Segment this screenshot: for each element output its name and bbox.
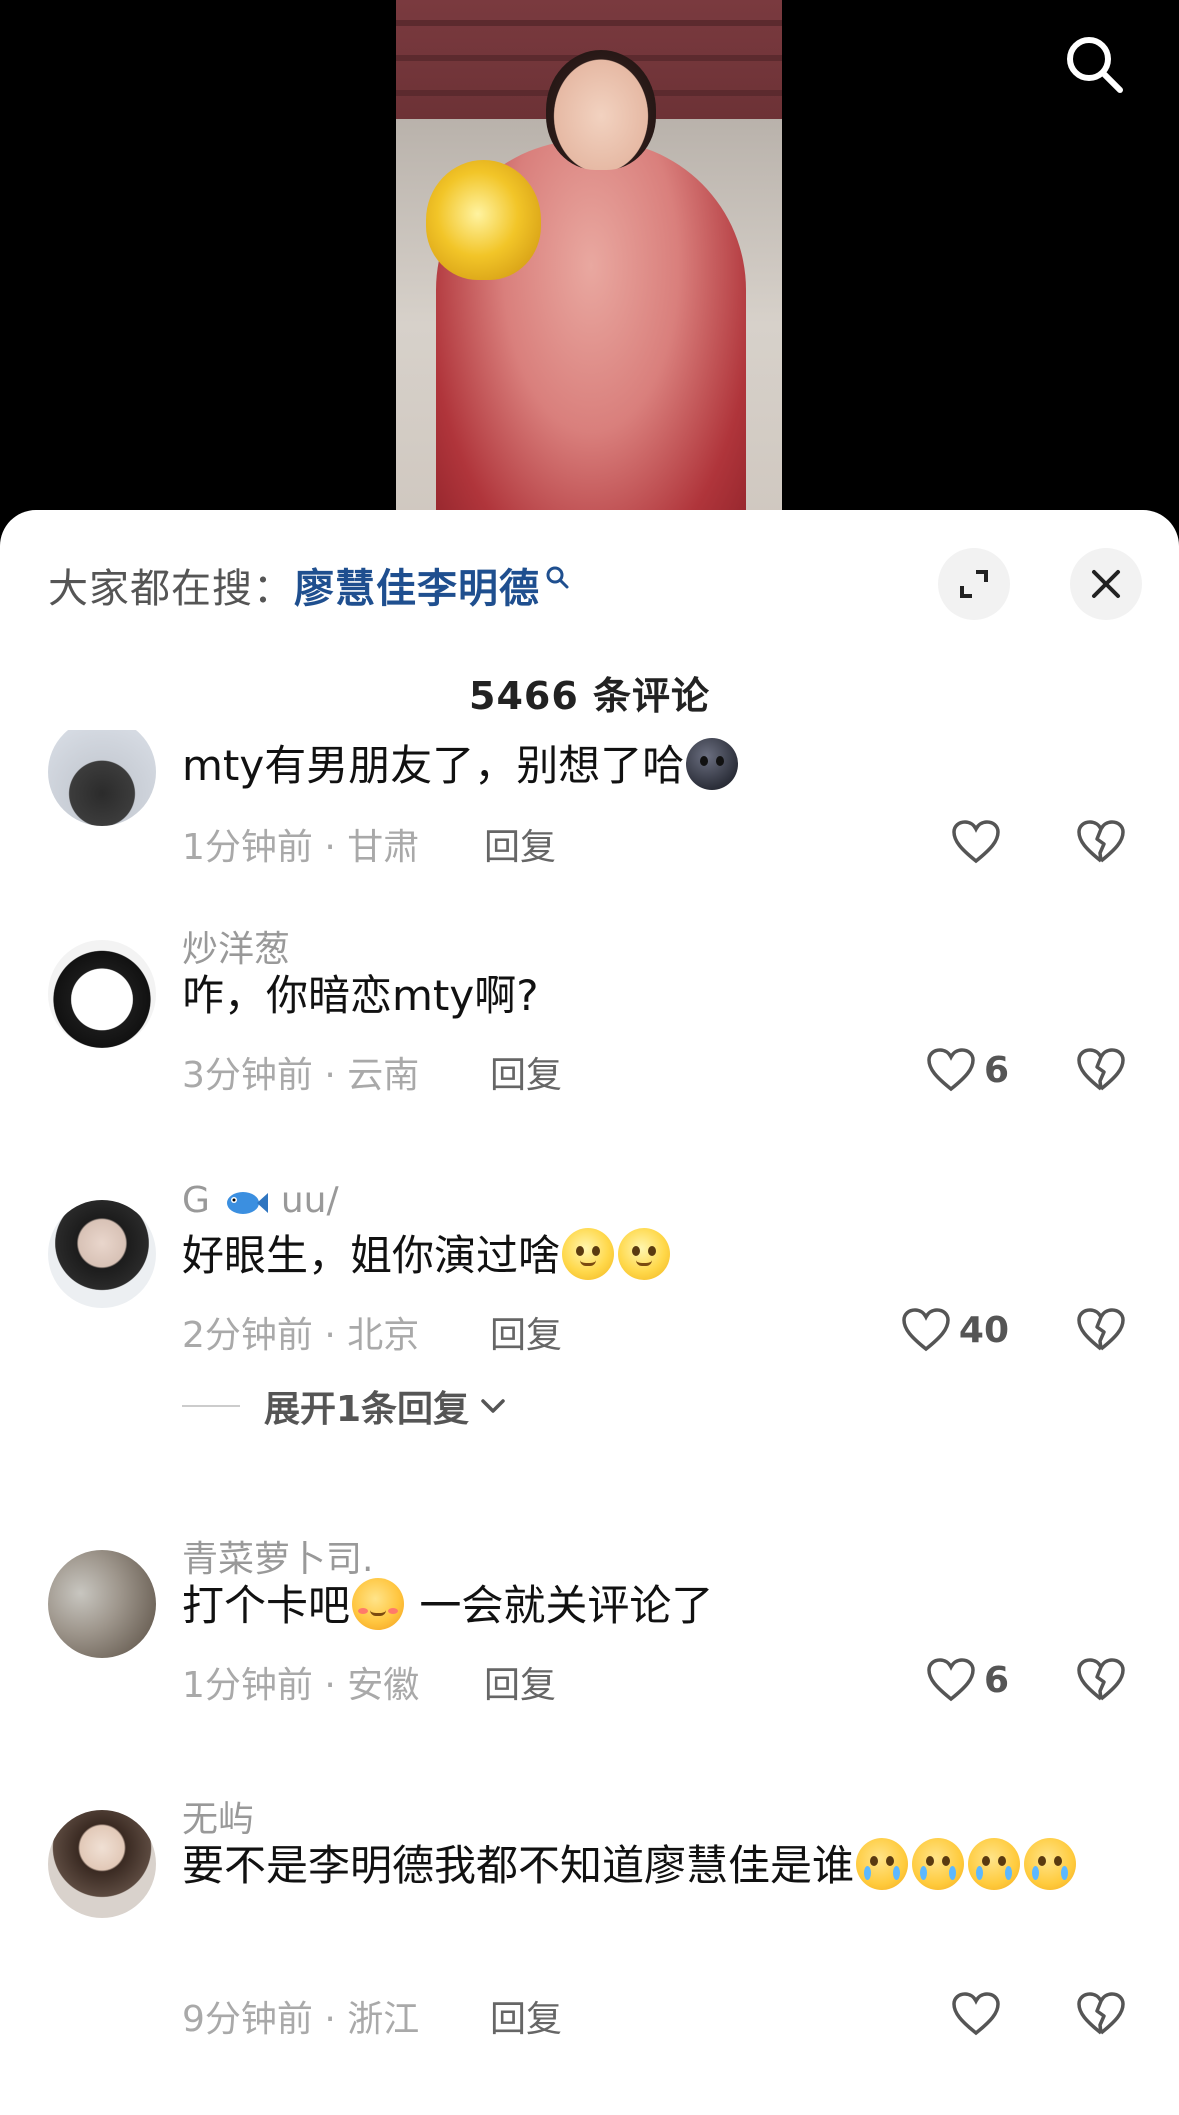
like-button[interactable]: 6 bbox=[926, 1650, 1009, 1710]
search-icon bbox=[1067, 37, 1123, 93]
reply-button[interactable]: 回复 bbox=[490, 1306, 562, 1358]
comment-username[interactable]: ram bbox=[182, 730, 254, 731]
broken-heart-icon bbox=[1077, 1308, 1125, 1351]
comment-username[interactable]: 青菜萝卜司. bbox=[182, 1530, 373, 1582]
reply-button[interactable]: 回复 bbox=[484, 1656, 556, 1708]
hot-search-keyword[interactable]: 廖慧佳李明德 bbox=[294, 556, 540, 614]
fish-icon bbox=[227, 1192, 269, 1214]
comment-time-location: 1分钟前 · 甘肃 bbox=[182, 827, 420, 868]
comment-item: 无屿 要不是李明德我都不知道廖慧佳是谁 9分钟前 · 浙江 回复 bbox=[0, 1790, 1179, 2115]
reply-button[interactable]: 回复 bbox=[484, 818, 556, 870]
comment-time-location: 9分钟前 · 浙江 bbox=[182, 1999, 420, 2040]
sweat-smile-emoji-icon bbox=[562, 1228, 615, 1280]
comment-item: ram mty有男朋友了，别想了哈 1分钟前 · 甘肃 回复 bbox=[0, 730, 1179, 910]
heart-icon bbox=[902, 1308, 950, 1352]
heart-icon bbox=[952, 820, 1000, 864]
broken-heart-icon bbox=[1077, 820, 1125, 863]
comment-item: 炒洋葱 咋，你暗恋mty啊? 3分钟前 · 云南 回复 6 bbox=[0, 920, 1179, 1160]
dislike-button[interactable] bbox=[1071, 1300, 1131, 1360]
username-prefix: G bbox=[182, 1180, 210, 1221]
avatar[interactable] bbox=[48, 940, 156, 1048]
comment-content: 打个卡吧 一会就关评论了 bbox=[182, 1576, 713, 1636]
dislike-button[interactable] bbox=[1071, 1984, 1131, 2044]
broken-heart-icon bbox=[1077, 1048, 1125, 1091]
heart-icon bbox=[952, 1992, 1000, 2036]
broken-heart-icon bbox=[1077, 1992, 1125, 2035]
dislike-button[interactable] bbox=[1071, 812, 1131, 872]
search-button[interactable] bbox=[1058, 28, 1130, 100]
dark-face-emoji-icon bbox=[686, 738, 739, 790]
mini-search-icon bbox=[546, 566, 569, 589]
crying-emoji-icon bbox=[968, 1838, 1021, 1890]
expand-icon bbox=[960, 570, 988, 598]
dislike-button[interactable] bbox=[1071, 1040, 1131, 1100]
comment-content: mty有男朋友了，别想了哈 bbox=[182, 736, 740, 796]
comment-time-location: 1分钟前 · 安徽 bbox=[182, 1665, 420, 1706]
hot-search-prefix: 大家都在搜： bbox=[48, 566, 294, 612]
wall-stripe bbox=[396, 20, 782, 26]
comment-list[interactable]: ram mty有男朋友了，别想了哈 1分钟前 · 甘肃 回复 炒洋葱 咋，你暗恋… bbox=[0, 730, 1179, 2115]
heart-icon bbox=[927, 1658, 975, 1702]
gold-ingot-prop bbox=[426, 160, 541, 280]
like-button[interactable]: 40 bbox=[901, 1300, 1009, 1360]
chevron-down-icon bbox=[481, 1399, 505, 1413]
comment-item: 青菜萝卜司. 打个卡吧 一会就关评论了 1分钟前 · 安徽 回复 6 bbox=[0, 1530, 1179, 1770]
comment-text: 打个卡吧 bbox=[182, 1581, 351, 1630]
avatar[interactable] bbox=[48, 1810, 156, 1918]
username-suffix: uu/ bbox=[280, 1180, 339, 1221]
avatar[interactable] bbox=[48, 1550, 156, 1658]
expand-replies-label: 展开1条回复 bbox=[264, 1389, 470, 1430]
sweat-smile-emoji-icon bbox=[618, 1228, 671, 1280]
blush-emoji-icon bbox=[352, 1578, 405, 1630]
like-button[interactable] bbox=[951, 1984, 1009, 2044]
comment-count: 5466 条评论 bbox=[469, 674, 710, 718]
comment-time-location: 3分钟前 · 云南 bbox=[182, 1055, 420, 1096]
expand-button[interactable] bbox=[938, 548, 1010, 620]
close-icon bbox=[1092, 570, 1120, 598]
avatar[interactable] bbox=[48, 730, 156, 826]
figure-head bbox=[546, 50, 656, 170]
crying-emoji-icon bbox=[912, 1838, 965, 1890]
reply-button[interactable]: 回复 bbox=[490, 1990, 562, 2042]
crying-emoji-icon bbox=[1024, 1838, 1077, 1890]
crying-emoji-icon bbox=[856, 1838, 909, 1890]
like-button[interactable] bbox=[951, 812, 1009, 872]
like-count: 6 bbox=[983, 1049, 1009, 1091]
dislike-button[interactable] bbox=[1071, 1650, 1131, 1710]
reply-button[interactable]: 回复 bbox=[490, 1046, 562, 1098]
heart-icon bbox=[927, 1048, 975, 1092]
hot-search-banner[interactable]: 大家都在搜： 廖慧佳李明德 bbox=[48, 556, 570, 614]
expand-replies-button[interactable]: 展开1条回复 bbox=[182, 1380, 509, 1432]
comment-content: 好眼生，姐你演过啥 bbox=[182, 1226, 672, 1286]
comment-item: G uu/ 好眼生，姐你演过啥 2分钟前 · 北京 回复 40 bbox=[0, 1180, 1179, 1520]
comment-text: 要不是李明德我都不知道廖慧佳是谁 bbox=[182, 1841, 855, 1890]
video-thumbnail[interactable] bbox=[396, 0, 782, 540]
comment-username[interactable]: 炒洋葱 bbox=[182, 920, 290, 972]
comment-text: 好眼生，姐你演过啥 bbox=[182, 1231, 561, 1280]
close-button[interactable] bbox=[1070, 548, 1142, 620]
comment-time-location: 2分钟前 · 北京 bbox=[182, 1315, 420, 1356]
expand-divider-line bbox=[182, 1405, 240, 1407]
comment-content: 咋，你暗恋mty啊? bbox=[182, 971, 539, 1020]
comment-username[interactable]: 无屿 bbox=[182, 1790, 254, 1842]
like-count: 6 bbox=[983, 1659, 1009, 1701]
comment-username[interactable]: G uu/ bbox=[182, 1180, 339, 1221]
comment-content: 要不是李明德我都不知道廖慧佳是谁 bbox=[182, 1836, 1142, 1896]
video-area[interactable] bbox=[0, 0, 1179, 540]
comment-sheet: 大家都在搜： 廖慧佳李明德 5466 条评论 ram bbox=[0, 510, 1179, 2115]
comment-text: 一会就关评论了 bbox=[406, 1581, 714, 1630]
broken-heart-icon bbox=[1077, 1658, 1125, 1701]
like-count: 40 bbox=[958, 1309, 1009, 1351]
sheet-header: 大家都在搜： 廖慧佳李明德 5466 条评论 bbox=[0, 510, 1179, 730]
like-button[interactable]: 6 bbox=[926, 1040, 1009, 1100]
comment-text: mty有男朋友了，别想了哈 bbox=[182, 741, 685, 790]
avatar[interactable] bbox=[48, 1200, 156, 1308]
